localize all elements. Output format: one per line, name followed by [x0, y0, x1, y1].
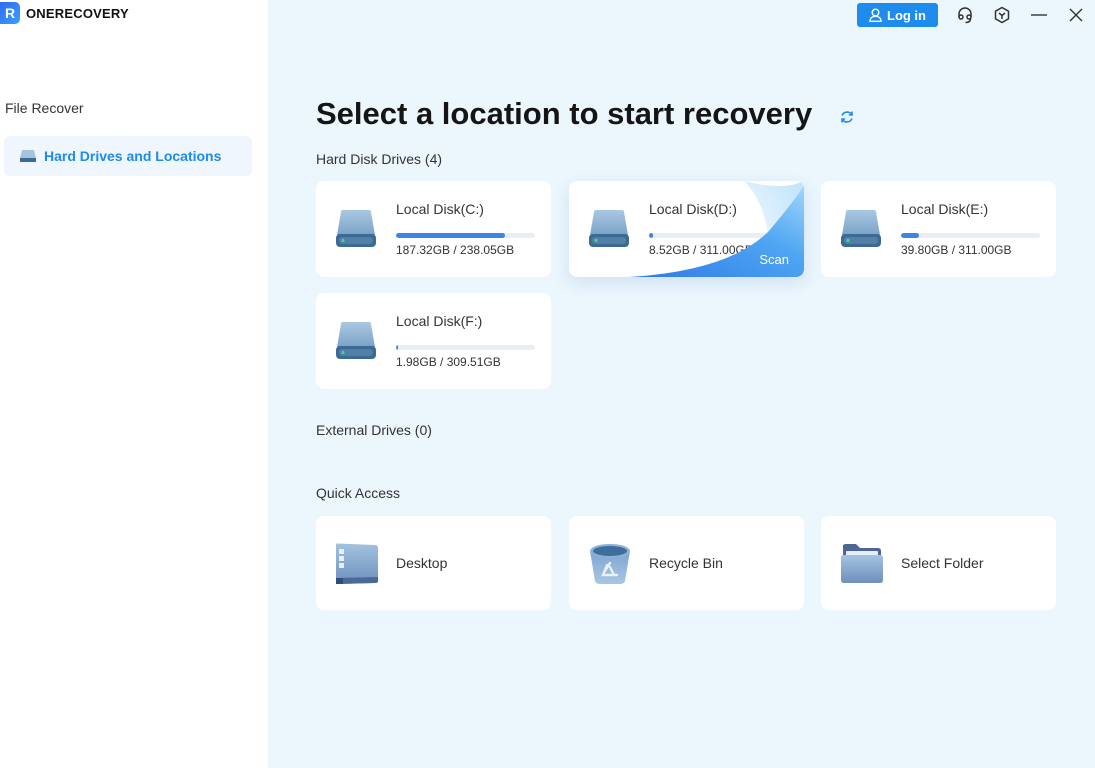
cube-icon	[994, 6, 1010, 24]
drive-usage-fill	[901, 233, 919, 238]
folder-icon	[841, 544, 883, 583]
sidebar-item-hard-drives[interactable]: Hard Drives and Locations	[4, 136, 252, 176]
quick-access-desktop[interactable]: Desktop	[316, 516, 551, 610]
close-button[interactable]	[1063, 3, 1089, 27]
user-icon	[869, 8, 882, 22]
refresh-icon[interactable]	[839, 109, 855, 125]
sidebar-item-label: Hard Drives and Locations	[44, 148, 222, 164]
quick-access-select-folder[interactable]: Select Folder	[821, 516, 1056, 610]
drive-size: 187.32GB / 238.05GB	[396, 243, 515, 257]
scan-button[interactable]: Scan	[759, 252, 789, 267]
minimize-icon	[1031, 14, 1047, 16]
drive-usage-bar	[649, 233, 788, 238]
brand: R ONERECOVERY	[0, 2, 129, 24]
hard-disk-drives-label: Hard Disk Drives (4)	[316, 151, 443, 167]
drive-name: Local Disk(F:)	[396, 313, 483, 329]
drive-usage-fill	[649, 233, 653, 238]
drive-card-c[interactable]: Local Disk(C:) 187.32GB / 238.05GB	[316, 181, 551, 277]
quick-access-name: Select Folder	[901, 555, 984, 571]
drive-icon	[20, 150, 36, 162]
quick-access-label: Quick Access	[316, 485, 401, 501]
hard-disk-icon	[841, 210, 881, 247]
minimize-button[interactable]	[1026, 3, 1052, 27]
external-drives-label: External Drives (0)	[316, 422, 432, 438]
drive-usage-bar	[396, 233, 535, 238]
recycle-bin-icon	[590, 544, 630, 584]
drive-name: Local Disk(E:)	[901, 201, 989, 217]
app-name: ONERECOVERY	[26, 5, 129, 21]
drive-name: Local Disk(C:)	[396, 201, 484, 217]
drive-name: Local Disk(D:)	[649, 201, 737, 217]
desktop-icon	[336, 543, 378, 584]
upgrade-button[interactable]	[989, 3, 1015, 27]
close-icon	[1069, 8, 1083, 22]
drive-size: 8.52GB / 311.00GB	[649, 243, 753, 257]
nav-section-file-recover: File Recover	[5, 100, 84, 116]
drive-card-e[interactable]: Local Disk(E:) 39.80GB / 311.00GB	[821, 181, 1056, 277]
quick-access-name: Recycle Bin	[649, 555, 723, 571]
hard-disk-icon	[336, 322, 376, 359]
drive-usage-fill	[396, 345, 398, 350]
support-headset-icon	[958, 7, 972, 24]
drive-size: 1.98GB / 309.51GB	[396, 355, 501, 369]
quick-access-name: Desktop	[396, 555, 448, 571]
login-label: Log in	[887, 7, 926, 23]
page-title: Select a location to start recovery	[316, 96, 813, 131]
quick-access-recycle-bin[interactable]: Recycle Bin	[569, 516, 804, 610]
title-bar: Log in	[857, 3, 1095, 27]
support-button[interactable]	[952, 3, 978, 27]
drive-usage-fill	[396, 233, 506, 238]
sidebar: R ONERECOVERY File Recover Hard Drives a…	[0, 0, 268, 768]
login-button[interactable]: Log in	[857, 3, 938, 27]
drive-usage-bar	[396, 345, 535, 350]
app-logo-icon: R	[0, 2, 20, 24]
drive-card-f[interactable]: Local Disk(F:) 1.98GB / 309.51GB	[316, 293, 551, 389]
hard-disk-icon	[589, 210, 629, 247]
drive-card-d[interactable]: Local Disk(D:) 8.52GB / 311.00GB Scan	[569, 181, 804, 277]
drive-size: 39.80GB / 311.00GB	[901, 243, 1012, 257]
drive-usage-bar	[901, 233, 1040, 238]
hard-disk-icon	[336, 210, 376, 247]
